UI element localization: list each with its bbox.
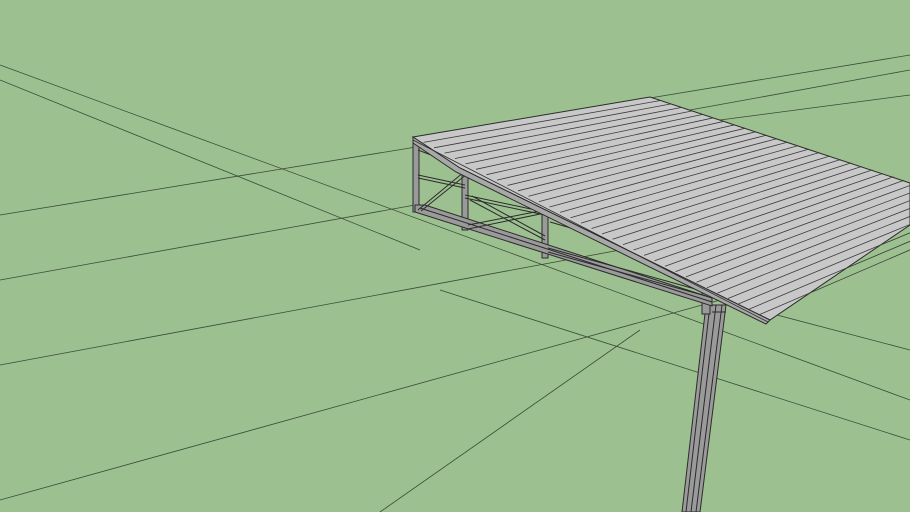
model-canvas[interactable] <box>0 0 910 512</box>
3d-modeling-viewport[interactable] <box>0 0 910 512</box>
